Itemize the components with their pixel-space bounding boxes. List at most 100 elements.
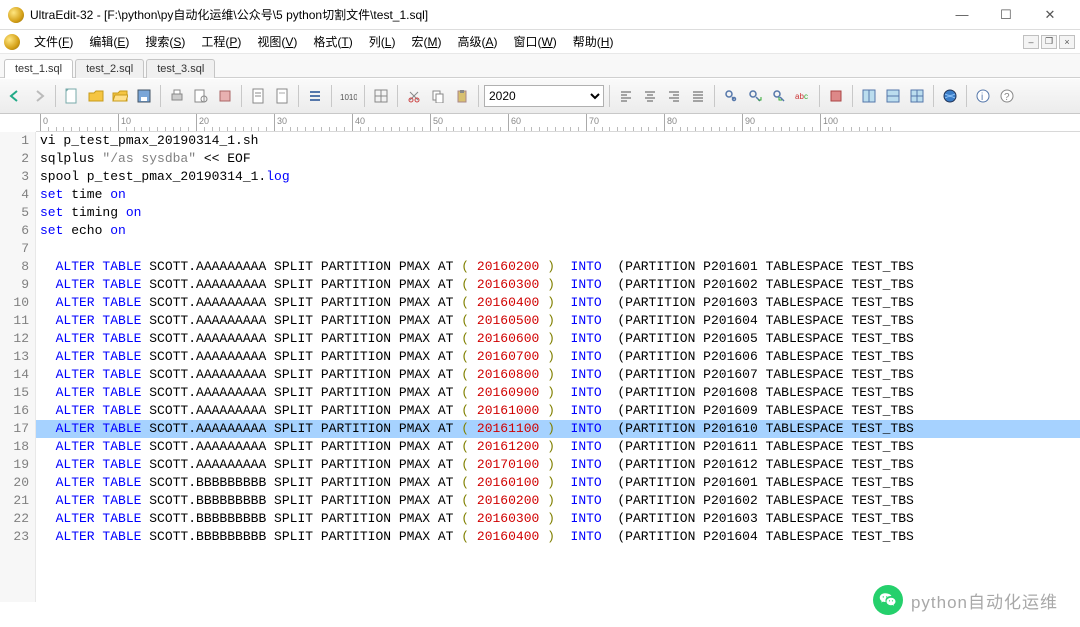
app-icon-small xyxy=(4,34,20,50)
tool-red-button[interactable] xyxy=(825,85,847,107)
code-line[interactable]: ALTER TABLE SCOTT.AAAAAAAAA SPLIT PARTIT… xyxy=(36,294,1080,312)
save-button[interactable] xyxy=(133,85,155,107)
code-line[interactable]: ALTER TABLE SCOTT.BBBBBBBBB SPLIT PARTIT… xyxy=(36,474,1080,492)
code-line[interactable] xyxy=(36,240,1080,258)
open-file-button[interactable] xyxy=(85,85,107,107)
svg-text:?: ? xyxy=(1004,92,1010,103)
split-grid-button[interactable] xyxy=(906,85,928,107)
doc-tab-2[interactable]: test_3.sql xyxy=(146,59,215,78)
watermark: python自动化运维 xyxy=(873,585,1058,615)
doc-1-button[interactable] xyxy=(247,85,269,107)
code-line[interactable]: ALTER TABLE SCOTT.AAAAAAAAA SPLIT PARTIT… xyxy=(36,348,1080,366)
code-line[interactable]: set time on xyxy=(36,186,1080,204)
code-line[interactable]: sqlplus "/as sysdba" << EOF xyxy=(36,150,1080,168)
mdi-restore-button[interactable]: ❐ xyxy=(1041,35,1057,49)
window-titlebar: UltraEdit-32 - [F:\python\py自动化运维\公众号\5 … xyxy=(0,0,1080,30)
list-button[interactable] xyxy=(304,85,326,107)
menu-v[interactable]: 视图(V) xyxy=(249,33,305,51)
code-line[interactable]: ALTER TABLE SCOTT.BBBBBBBBB SPLIT PARTIT… xyxy=(36,528,1080,546)
line-number: 20 xyxy=(0,474,29,492)
replace-button[interactable]: abc xyxy=(792,85,814,107)
line-number: 18 xyxy=(0,438,29,456)
menu-m[interactable]: 宏(M) xyxy=(403,33,449,51)
menu-a[interactable]: 高级(A) xyxy=(449,33,505,51)
font-size-select[interactable]: 2020 xyxy=(484,85,604,107)
code-line[interactable]: set echo on xyxy=(36,222,1080,240)
svg-text:i: i xyxy=(981,92,983,103)
code-line[interactable]: ALTER TABLE SCOTT.AAAAAAAAA SPLIT PARTIT… xyxy=(36,276,1080,294)
align-center-button[interactable] xyxy=(639,85,661,107)
svg-text:10101: 10101 xyxy=(340,93,357,102)
forward-button[interactable] xyxy=(28,85,50,107)
editor[interactable]: 1234567891011121314151617181920212223 vi… xyxy=(0,132,1080,602)
line-number: 16 xyxy=(0,402,29,420)
find-button[interactable] xyxy=(720,85,742,107)
code-line[interactable]: ALTER TABLE SCOTT.AAAAAAAAA SPLIT PARTIT… xyxy=(36,258,1080,276)
code-line[interactable]: ALTER TABLE SCOTT.AAAAAAAAA SPLIT PARTIT… xyxy=(36,456,1080,474)
doc-tab-1[interactable]: test_2.sql xyxy=(75,59,144,78)
code-line[interactable]: ALTER TABLE SCOTT.AAAAAAAAA SPLIT PARTIT… xyxy=(36,438,1080,456)
code-area[interactable]: vi p_test_pmax_20190314_1.shsqlplus "/as… xyxy=(36,132,1080,602)
menu-h[interactable]: 帮助(H) xyxy=(565,33,622,51)
column-ruler: 0102030405060708090100 xyxy=(36,114,1080,132)
code-line[interactable]: ALTER TABLE SCOTT.AAAAAAAAA SPLIT PARTIT… xyxy=(36,384,1080,402)
print-preview-button[interactable] xyxy=(190,85,212,107)
doc-2-button[interactable] xyxy=(271,85,293,107)
find-next-button[interactable] xyxy=(744,85,766,107)
new-file-button[interactable] xyxy=(61,85,83,107)
web-button[interactable] xyxy=(939,85,961,107)
code-line[interactable]: set timing on xyxy=(36,204,1080,222)
close-button[interactable]: ✕ xyxy=(1028,1,1072,29)
info-button[interactable]: i xyxy=(972,85,994,107)
code-line[interactable]: ALTER TABLE SCOTT.AAAAAAAAA SPLIT PARTIT… xyxy=(36,420,1080,438)
paste-button[interactable] xyxy=(451,85,473,107)
code-line[interactable]: ALTER TABLE SCOTT.AAAAAAAAA SPLIT PARTIT… xyxy=(36,312,1080,330)
find-prev-button[interactable] xyxy=(768,85,790,107)
line-number: 10 xyxy=(0,294,29,312)
align-left-button[interactable] xyxy=(615,85,637,107)
menu-e[interactable]: 编辑(E) xyxy=(81,33,137,51)
code-line[interactable]: ALTER TABLE SCOTT.AAAAAAAAA SPLIT PARTIT… xyxy=(36,330,1080,348)
minimize-button[interactable]: — xyxy=(940,1,984,29)
align-justify-button[interactable] xyxy=(687,85,709,107)
doc-tab-0[interactable]: test_1.sql xyxy=(4,59,73,78)
maximize-button[interactable]: ☐ xyxy=(984,1,1028,29)
code-line[interactable]: spool p_test_pmax_20190314_1.log xyxy=(36,168,1080,186)
document-tabs: test_1.sqltest_2.sqltest_3.sql xyxy=(0,54,1080,78)
split-h-button[interactable] xyxy=(858,85,880,107)
menu-w[interactable]: 窗口(W) xyxy=(505,33,564,51)
help-button[interactable]: ? xyxy=(996,85,1018,107)
menu-f[interactable]: 文件(F) xyxy=(26,33,81,51)
back-button[interactable] xyxy=(4,85,26,107)
menu-t[interactable]: 格式(T) xyxy=(305,33,360,51)
line-number: 22 xyxy=(0,510,29,528)
tool-a-button[interactable] xyxy=(214,85,236,107)
menu-l[interactable]: 列(L) xyxy=(361,33,404,51)
code-line[interactable]: ALTER TABLE SCOTT.AAAAAAAAA SPLIT PARTIT… xyxy=(36,402,1080,420)
menubar: 文件(F)编辑(E)搜索(S)工程(P)视图(V)格式(T)列(L)宏(M)高级… xyxy=(0,30,1080,54)
print-button[interactable] xyxy=(166,85,188,107)
svg-text:c: c xyxy=(804,92,808,101)
copy-button[interactable] xyxy=(427,85,449,107)
open-folder-button[interactable] xyxy=(109,85,131,107)
code-line[interactable]: ALTER TABLE SCOTT.BBBBBBBBB SPLIT PARTIT… xyxy=(36,510,1080,528)
window-title: UltraEdit-32 - [F:\python\py自动化运维\公众号\5 … xyxy=(30,6,940,23)
mdi-minimize-button[interactable]: – xyxy=(1023,35,1039,49)
menu-s[interactable]: 搜索(S) xyxy=(137,33,193,51)
code-line[interactable]: ALTER TABLE SCOTT.AAAAAAAAA SPLIT PARTIT… xyxy=(36,366,1080,384)
split-v-button[interactable] xyxy=(882,85,904,107)
hex-button[interactable]: 10101 xyxy=(337,85,359,107)
main-toolbar: 10101 2020 abc i ? xyxy=(0,78,1080,114)
wechat-icon xyxy=(873,585,903,615)
line-number: 12 xyxy=(0,330,29,348)
code-line[interactable]: ALTER TABLE SCOTT.BBBBBBBBB SPLIT PARTIT… xyxy=(36,492,1080,510)
cut-button[interactable] xyxy=(403,85,425,107)
code-line[interactable]: vi p_test_pmax_20190314_1.sh xyxy=(36,132,1080,150)
line-number: 23 xyxy=(0,528,29,546)
grid-button[interactable] xyxy=(370,85,392,107)
align-right-button[interactable] xyxy=(663,85,685,107)
mdi-close-button[interactable]: × xyxy=(1059,35,1075,49)
watermark-text: python自动化运维 xyxy=(911,588,1058,613)
menu-p[interactable]: 工程(P) xyxy=(193,33,249,51)
line-number: 7 xyxy=(0,240,29,258)
